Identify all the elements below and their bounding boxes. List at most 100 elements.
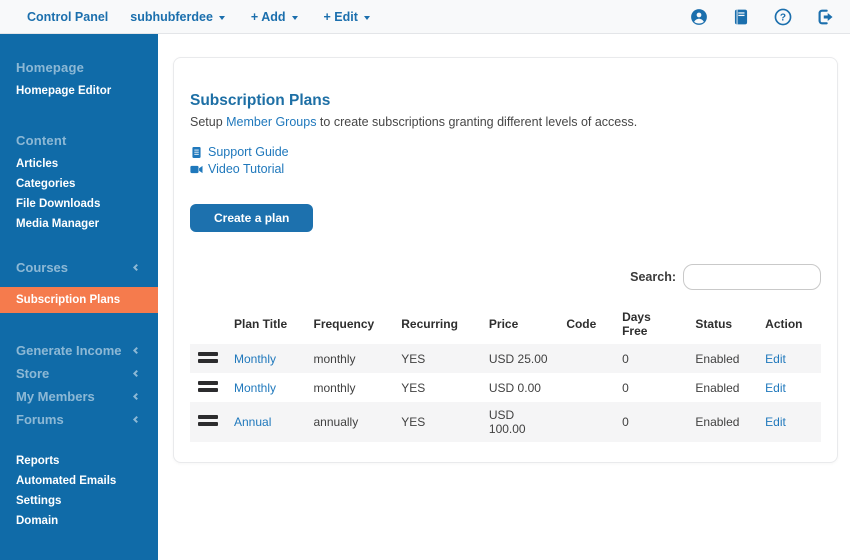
support-guide-label: Support Guide [208,145,289,159]
search-row: Search: [190,264,821,290]
sidebar-item-settings[interactable]: Settings [0,491,158,511]
add-dropdown-label: + Add [250,9,286,24]
journal-icon[interactable] [732,8,750,26]
recurring-cell: YES [401,380,426,395]
navbar-icon-group: ? [690,8,834,26]
edit-dropdown-label: + Edit [323,9,358,24]
drag-handle-icon[interactable] [198,380,218,392]
support-guide-link[interactable]: Support Guide [190,144,821,161]
sidebar-item-file-downloads[interactable]: File Downloads [0,194,158,214]
chevron-left-icon [132,392,141,401]
document-icon [190,146,203,159]
sidebar-item-my-members[interactable]: My Members [0,385,158,408]
days-free-cell: 0 [622,351,629,366]
chevron-left-icon [132,415,141,424]
video-tutorial-link[interactable]: Video Tutorial [190,161,821,178]
frequency-cell: monthly [313,351,356,366]
table-row: Annual annually YES USD 100.00 0 Enabled… [190,402,821,442]
sidebar-item-articles[interactable]: Articles [0,154,158,174]
create-plan-button[interactable]: Create a plan [190,204,314,232]
user-account-icon[interactable] [690,8,708,26]
chevron-left-icon [132,346,141,355]
edit-link[interactable]: Edit [765,352,786,366]
intro-text: Setup Member Groups to create subscripti… [190,115,821,129]
sidebar-item-homepage-editor[interactable]: Homepage Editor [0,81,158,101]
add-dropdown[interactable]: + Add [251,10,298,24]
caret-down-icon [218,15,225,20]
sidebar-item-label: My Members [16,389,95,404]
caret-down-icon [291,15,298,20]
column-header-days-free: Days Free [622,310,651,338]
table-row: Monthly monthly YES USD 25.00 0 Enabled … [190,344,821,373]
site-dropdown-label: subhubferdee [130,9,213,24]
drag-handle-icon[interactable] [198,415,218,426]
main-content: Subscription Plans Setup Member Groups t… [158,34,850,560]
edit-link[interactable]: Edit [765,381,786,395]
sidebar-item-homepage: Homepage [16,60,85,75]
brand-link[interactable]: Control Panel [27,10,108,24]
column-header-price: Price [488,317,519,331]
sidebar-item-courses[interactable]: Courses [0,256,158,279]
price-cell: USD 0.00 [488,380,541,395]
column-header-recurring: Recurring [401,317,458,331]
plan-title-link[interactable]: Annual [234,415,271,429]
edit-link[interactable]: Edit [765,415,786,429]
sidebar-item-label: Generate Income [16,343,122,358]
plan-title-link[interactable]: Monthly [234,352,276,366]
resource-links: Support Guide Video Tutorial [190,144,821,178]
chevron-left-icon [132,369,141,378]
search-label: Search: [630,270,676,284]
column-header-frequency: Frequency [313,317,375,331]
sidebar-item-automated-emails[interactable]: Automated Emails [0,471,158,491]
logout-icon[interactable] [816,8,834,26]
status-cell: Enabled [695,351,740,366]
plans-table: Plan Title Frequency Recurring Price Cod… [190,304,821,442]
column-header-plan-title: Plan Title [234,317,288,331]
code-cell [558,344,614,373]
days-free-cell: 0 [622,415,629,429]
frequency-cell: annually [313,415,359,429]
days-free-cell: 0 [622,380,629,395]
sidebar: Homepage Homepage Editor Content Article… [0,34,158,560]
column-header-handle [190,304,226,344]
help-icon[interactable]: ? [774,8,792,26]
column-header-code: Code [566,317,597,331]
price-cell: USD 100.00 [488,408,526,436]
recurring-cell: YES [401,351,426,366]
code-cell [558,402,614,442]
status-cell: Enabled [695,380,740,395]
sidebar-item-label: Forums [16,412,64,427]
intro-after: to create subscriptions granting differe… [316,115,638,129]
code-cell [558,373,614,402]
table-row: Monthly monthly YES USD 0.00 0 Enabled E… [190,373,821,402]
member-groups-link[interactable]: Member Groups [226,115,316,129]
sidebar-item-forums[interactable]: Forums [0,408,158,431]
sidebar-item-categories[interactable]: Categories [0,174,158,194]
frequency-cell: monthly [313,380,356,395]
chevron-left-icon [132,263,141,272]
sidebar-item-store[interactable]: Store [0,362,158,385]
sidebar-item-generate-income[interactable]: Generate Income [0,339,158,362]
video-camera-icon [190,163,203,176]
caret-down-icon [363,15,370,20]
status-cell: Enabled [695,415,740,429]
column-header-status: Status [695,317,733,331]
subscription-plans-card: Subscription Plans Setup Member Groups t… [173,57,838,463]
plan-title-link[interactable]: Monthly [234,381,276,395]
sidebar-item-domain[interactable]: Domain [0,511,158,531]
edit-dropdown[interactable]: + Edit [324,10,370,24]
search-input[interactable] [683,264,821,290]
drag-handle-icon[interactable] [198,351,218,363]
column-header-action: Action [765,317,803,331]
table-header-row: Plan Title Frequency Recurring Price Cod… [190,304,821,344]
sidebar-item-reports[interactable]: Reports [0,451,158,471]
sidebar-item-media-manager[interactable]: Media Manager [0,214,158,234]
sidebar-item-label: Courses [16,260,69,275]
site-dropdown[interactable]: subhubferdee [130,10,225,24]
sidebar-item-subscription-plans[interactable]: Subscription Plans [0,287,158,313]
video-tutorial-label: Video Tutorial [208,162,285,176]
price-cell: USD 25.00 [488,351,548,366]
page-title: Subscription Plans [190,92,331,109]
sidebar-section-content: Content [16,133,67,148]
top-navbar: Control Panel subhubferdee + Add + Edit [0,0,850,34]
